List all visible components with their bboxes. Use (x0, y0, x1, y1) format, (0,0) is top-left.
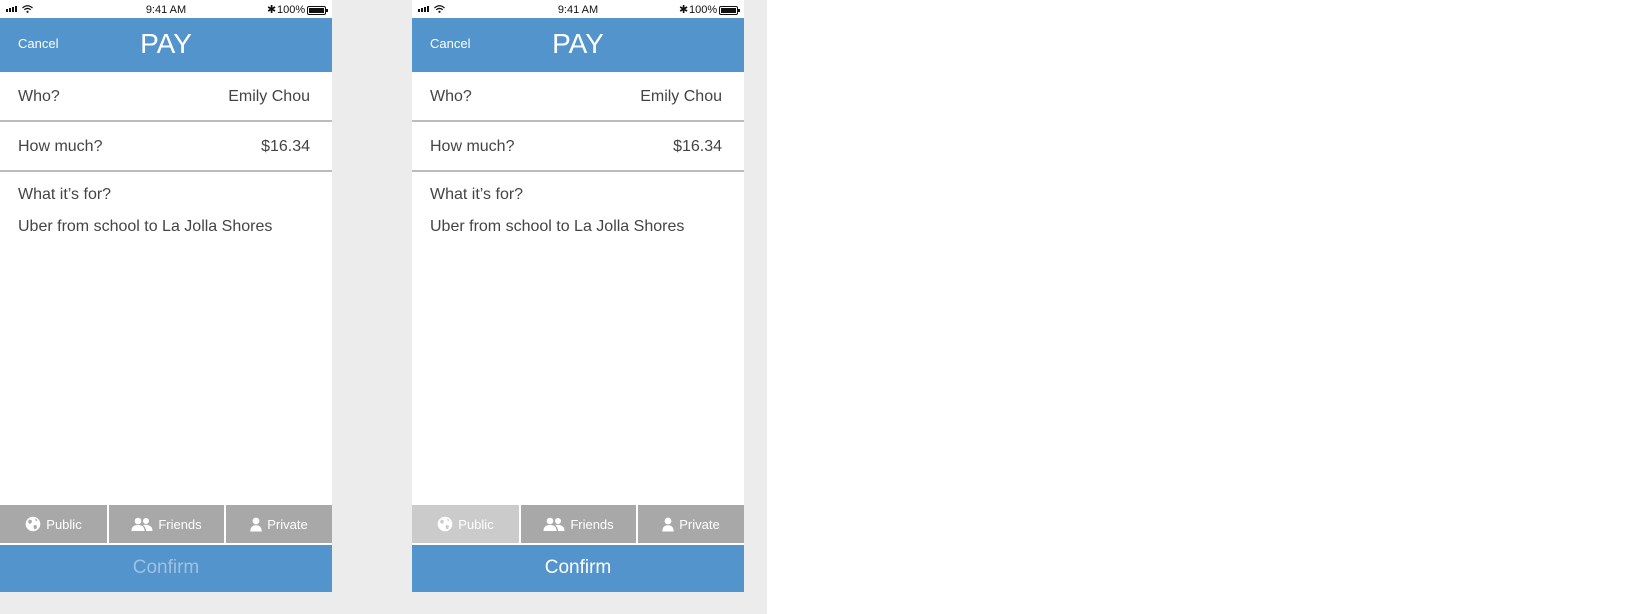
privacy-private-button[interactable]: Private (638, 505, 744, 543)
globe-icon (25, 516, 41, 532)
privacy-friends-label: Friends (158, 516, 202, 532)
note-text-field[interactable]: Uber from school to La Jolla Shores (430, 218, 684, 236)
status-bar: 9:41 AM ✱ 100% (412, 0, 744, 18)
note-text-field[interactable]: Uber from school to La Jolla Shores (18, 218, 272, 236)
privacy-selector: Public Friends Private (0, 505, 332, 543)
person-icon (250, 517, 262, 532)
page-title: PAY (552, 28, 604, 59)
person-icon (662, 517, 674, 532)
note-label: What it’s for? (18, 186, 112, 203)
privacy-friends-button[interactable]: Friends (109, 505, 224, 543)
privacy-private-button[interactable]: Private (226, 505, 332, 543)
friends-icon (543, 517, 565, 532)
nav-bar: Cancel PAY (0, 18, 332, 72)
amount-label: How much? (18, 138, 103, 155)
who-label: Who? (430, 88, 472, 105)
privacy-public-label: Public (46, 516, 82, 532)
page-title: PAY (140, 28, 192, 59)
privacy-friends-label: Friends (570, 516, 614, 532)
privacy-selector: Public Friends Private (412, 505, 744, 543)
battery-icon (307, 6, 328, 15)
who-field[interactable]: Who? Emily Chou (0, 72, 332, 122)
privacy-private-label: Private (267, 516, 308, 532)
privacy-public-button[interactable]: Public (412, 505, 519, 543)
amount-value[interactable]: $16.34 (673, 138, 722, 156)
confirm-button[interactable]: Confirm (412, 545, 744, 592)
bluetooth-icon: ✱ (679, 4, 689, 16)
privacy-private-label: Private (679, 516, 720, 532)
globe-icon (437, 516, 453, 532)
privacy-public-button[interactable]: Public (0, 505, 107, 543)
amount-value[interactable]: $16.34 (261, 138, 310, 156)
amount-field[interactable]: How much? $16.34 (0, 122, 332, 172)
nav-bar: Cancel PAY (412, 18, 744, 72)
friends-icon (131, 517, 153, 532)
battery-percent: 100% (277, 4, 306, 16)
who-field[interactable]: Who? Emily Chou (412, 72, 744, 122)
pay-screen-1: 9:41 AM ✱ 100% Cancel PAY Who? Emily Cho… (0, 0, 332, 592)
battery-percent: 100% (689, 4, 718, 16)
privacy-friends-button[interactable]: Friends (521, 505, 636, 543)
privacy-public-label: Public (458, 516, 494, 532)
pay-screen-2: 9:41 AM ✱ 100% Cancel PAY Who? Emily Cho… (412, 0, 744, 592)
battery-icon (719, 6, 740, 15)
status-bar: 9:41 AM ✱ 100% (0, 0, 332, 18)
bluetooth-icon: ✱ (267, 4, 277, 16)
recipient-name[interactable]: Emily Chou (228, 88, 310, 106)
who-label: Who? (18, 88, 60, 105)
note-label: What it’s for? (430, 186, 524, 203)
amount-field[interactable]: How much? $16.34 (412, 122, 744, 172)
amount-label: How much? (430, 138, 515, 155)
recipient-name[interactable]: Emily Chou (640, 88, 722, 106)
confirm-button[interactable]: Confirm (0, 545, 332, 592)
